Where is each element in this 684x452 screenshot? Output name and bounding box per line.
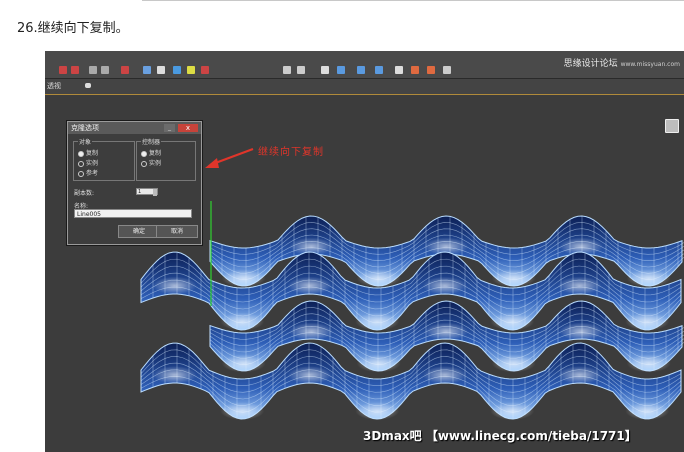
object-reference-radio[interactable]: 参考 [78,168,98,177]
copies-spinner[interactable]: 1 [136,188,158,196]
mesh-highlight [557,276,602,295]
mesh-highlight [491,354,536,373]
clone-options-dialog: 克隆选项 _ x 对象 复制 实例 参考 控制器 复制 实例 副本数: 1 名称… [67,121,202,245]
object-copy-radio[interactable]: 复制 [78,148,98,157]
radio-dot [141,160,147,167]
top-divider [142,0,684,1]
spinner-arrows-icon[interactable] [153,189,157,196]
cancel-button[interactable]: 取消 [156,225,198,238]
mesh-highlight [422,366,467,384]
dialog-title: 克隆选项 [71,124,99,132]
mesh-highlight [355,312,400,331]
mesh-highlight [152,366,197,384]
object-group: 对象 复制 实例 参考 [73,137,135,181]
mesh-highlight [287,276,332,295]
mesh-highlight [490,402,535,420]
copies-label: 副本数: [74,190,95,197]
radio-dot [78,170,84,177]
wave-mesh[interactable] [45,51,684,452]
mesh-highlight [626,269,671,288]
mesh-highlight [625,402,670,420]
screenshot-3dsmax: 思缘设计论坛 www.missyuan.com 透视 克隆选项 _ x 对象 复… [45,51,684,452]
mesh-highlight [422,276,467,295]
mesh-highlight [559,322,604,341]
mesh-highlight [424,322,469,341]
controller-instance-radio[interactable]: 实例 [141,158,161,167]
radio-label: 实例 [149,160,162,167]
controller-copy-radio[interactable]: 复制 [141,148,161,157]
radio-dot [78,150,84,157]
mesh-highlight [152,276,197,295]
step-caption: 26.继续向下复制。 [17,21,129,36]
dialog-titlebar[interactable]: 克隆选项 _ x [68,122,201,134]
mesh-highlight [356,354,401,373]
radio-dot [78,160,84,167]
name-input[interactable]: Line005 [74,209,192,218]
mesh-highlight [491,269,536,288]
mesh-highlight [490,312,535,331]
mesh-highlight [626,354,671,373]
mesh-highlight [220,312,265,331]
viewcube-icon[interactable] [665,119,679,133]
forum-watermark: 3Dmax吧 【www.linecg.com/tieba/1771】 [363,429,637,443]
object-instance-radio[interactable]: 实例 [78,158,98,167]
radio-label: 复制 [149,150,162,157]
object-group-label: 对象 [78,137,93,146]
radio-label: 实例 [86,160,99,167]
mesh-highlight [557,366,602,384]
mesh-highlight [289,322,334,341]
ok-button[interactable]: 确定 [118,225,160,238]
controller-group-label: 控制器 [141,137,162,146]
close-button[interactable]: x [178,124,198,132]
radio-label: 参考 [86,170,99,177]
radio-dot [141,150,147,157]
minimize-button[interactable]: _ [164,124,175,132]
controller-group: 控制器 复制 实例 [136,137,196,181]
mesh-highlight [625,312,670,331]
copies-value: 1 [138,189,142,195]
mesh-highlight [220,402,265,420]
mesh-highlight [287,366,332,384]
mesh-highlight [221,269,266,288]
annotation-text: 继续向下复制 [258,147,324,158]
radio-label: 复制 [86,150,99,157]
mesh-highlight [221,354,266,373]
mesh-highlight [356,269,401,288]
mesh-highlight [355,402,400,420]
